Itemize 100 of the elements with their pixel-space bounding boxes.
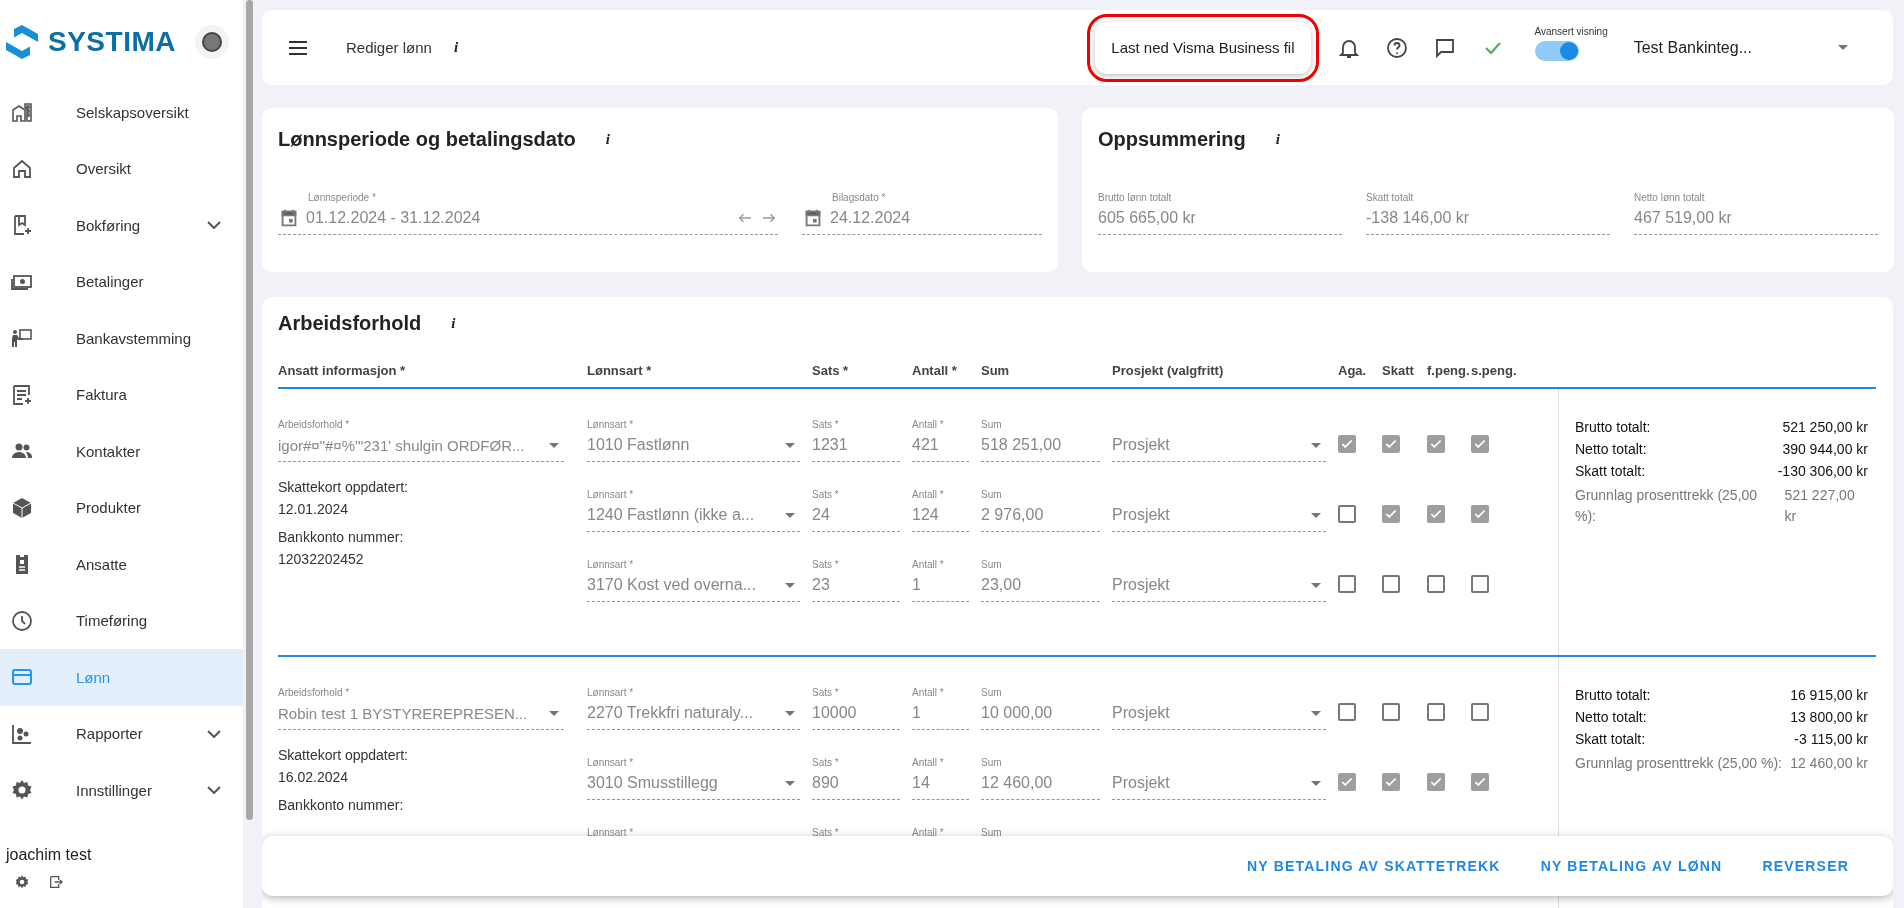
field-label: Lønnsart * [587,757,635,770]
quantity-field[interactable]: 1 [912,573,969,597]
checkbox[interactable] [1427,435,1445,453]
sum-field[interactable]: 518 251,00 [981,433,1100,457]
checkbox[interactable] [1338,773,1356,791]
quantity-field[interactable]: 124 [912,503,969,527]
checkbox[interactable] [1471,435,1489,453]
scrollbar[interactable] [246,0,253,820]
project-select[interactable]: Prosjekt [1112,573,1326,597]
wage-type-select[interactable]: 3010 Smusstillegg [587,771,800,795]
sidebar-item[interactable]: Ansatte [0,536,243,593]
info-icon[interactable]: i [451,314,456,332]
caret-icon [785,780,795,786]
theme-button[interactable] [195,25,229,59]
caret-icon [1311,582,1321,588]
sum-field[interactable]: 10 000,00 [981,701,1100,725]
info-icon[interactable]: i [453,39,459,56]
checkbox[interactable] [1471,703,1489,721]
total-label: Brutto totalt: [1575,419,1651,435]
sum-field[interactable]: 23,00 [981,573,1100,597]
checkbox[interactable] [1382,703,1400,721]
gear-icon [14,874,30,890]
field-label: Antall * [912,757,945,770]
checkbox[interactable] [1382,505,1400,523]
sidebar-item[interactable]: Oversikt [0,140,243,197]
checkbox[interactable] [1338,575,1356,593]
wage-type-select[interactable]: 1240 Fastlønn (ikke a... [587,503,800,527]
sidebar-item[interactable]: Lønn [0,649,243,706]
help-icon [1384,35,1409,60]
field-label: Sum [981,827,1003,840]
info-icon[interactable]: i [1275,130,1280,148]
rate-field[interactable]: 24 [812,503,900,527]
action-button[interactable]: NY BETALING AV SKATTETREKK [1247,850,1501,882]
checkbox[interactable] [1382,575,1400,593]
caret-icon [785,442,795,448]
field-label: Lønnsart * [587,419,635,432]
checkbox[interactable] [1471,773,1489,791]
column-header: Skatt [1382,362,1415,378]
checkbox[interactable] [1338,435,1356,453]
check-icon [1384,775,1398,789]
quantity-field[interactable]: 1 [912,701,969,725]
checkbox[interactable] [1427,505,1445,523]
quantity-field[interactable]: 421 [912,433,969,457]
employment-select[interactable]: igor#¤"#¤%'"231' shulgin ORDFØR... [278,433,564,457]
field-label: Sats * [812,687,840,700]
rate-field[interactable]: 1231 [812,433,900,457]
sidebar-item[interactable]: Timeføring [0,592,243,649]
sidebar-item[interactable]: Produkter [0,479,243,536]
column-header: Antall * [912,362,958,378]
checkbox[interactable] [1471,575,1489,593]
action-button[interactable]: NY BETALING AV LØNN [1540,850,1723,882]
sum-field[interactable]: 12 460,00 [981,771,1100,795]
info-label: Skattekort oppdatert: [278,479,409,495]
project-select[interactable]: Prosjekt [1112,701,1326,725]
date-range-field[interactable]: 01.12.2024 - 31.12.2024 [278,206,778,230]
checkbox[interactable] [1382,773,1400,791]
rate-field[interactable]: 10000 [812,701,900,725]
caret-icon [1311,442,1321,448]
checkbox[interactable] [1338,703,1356,721]
checkbox[interactable] [1338,505,1356,523]
caret-icon [785,512,795,518]
sidebar-item[interactable]: Bokføring [0,197,243,254]
total-label: Skatt totalt: [1575,463,1646,479]
sidebar-item[interactable]: Faktura [0,366,243,423]
check-icon [1473,775,1487,789]
field-label: Sum [981,419,1003,432]
sidebar-item[interactable]: Kontakter [0,423,243,480]
project-select[interactable]: Prosjekt [1112,433,1326,457]
field-label: Arbeidsforhold * [278,687,351,700]
column-header: Sum [981,362,1011,378]
checkbox[interactable] [1427,773,1445,791]
sidebar-item[interactable]: Rapporter [0,705,243,762]
advanced-view-toggle[interactable] [1534,41,1579,61]
wage-type-select[interactable]: 3170 Kost ved overna... [587,573,800,597]
field-label: Sats * [812,489,840,502]
rate-field[interactable]: 890 [812,771,900,795]
caret-icon [549,710,559,716]
action-button[interactable]: REVERSER [1762,850,1849,882]
caret-icon [1311,780,1321,786]
field-label: Lønnsart * [587,489,635,502]
company-select[interactable]: Test Bankinteg... [1633,38,1893,57]
rate-field[interactable]: 23 [812,573,900,597]
sidebar-item[interactable]: Bankavstemming [0,310,243,367]
checkbox[interactable] [1427,575,1445,593]
sidebar-item[interactable]: Betalinger [0,253,243,310]
checkbox[interactable] [1427,703,1445,721]
sum-field[interactable]: 2 976,00 [981,503,1100,527]
wage-type-select[interactable]: 2270 Trekkfri naturaly... [587,701,800,725]
checkbox[interactable] [1471,505,1489,523]
checkbox[interactable] [1382,435,1400,453]
sidebar-item[interactable]: Selskapsoversikt [0,84,243,141]
project-select[interactable]: Prosjekt [1112,503,1326,527]
employment-select[interactable]: Robin test 1 BYSTYREREPRESEN... [278,701,564,725]
wage-type-select[interactable]: 1010 Fastlønn [587,433,800,457]
date-field[interactable]: 24.12.2024 [802,206,1042,230]
quantity-field[interactable]: 14 [912,771,969,795]
project-select[interactable]: Prosjekt [1112,771,1326,795]
sidebar-item[interactable]: Innstillinger [0,762,243,819]
total-value: 16 915,00 kr [1790,687,1868,703]
info-icon[interactable]: i [605,130,610,148]
